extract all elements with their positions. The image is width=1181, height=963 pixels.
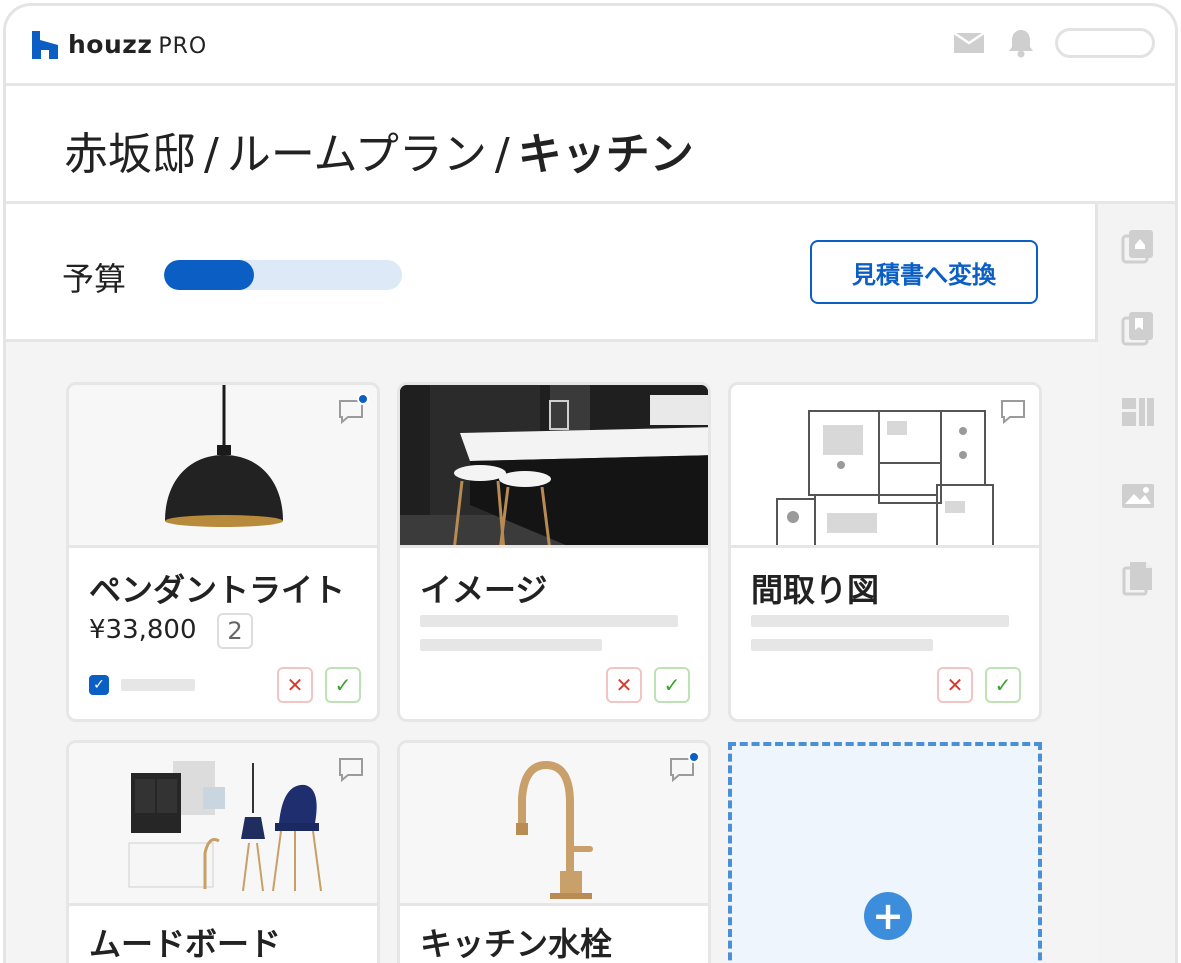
image-icon[interactable] [1120, 478, 1156, 514]
approve-button[interactable]: ✓ [654, 667, 690, 703]
budget-progress-fill [164, 260, 255, 290]
card-title: 間取り図 [751, 571, 880, 609]
clipboard-icon[interactable] [1120, 228, 1156, 264]
page-header: 赤坂邸 / ルームプラン / キッチン [6, 86, 1175, 204]
reject-button[interactable]: ✕ [277, 667, 313, 703]
kitchen-photo-image [400, 385, 708, 545]
pendant-lamp-image [165, 385, 283, 527]
product-card-pendant-light[interactable]: ペンダントライト ¥33,800 2 ✓ ✕ ✓ [66, 382, 380, 722]
breadcrumb-current: キッチン [517, 129, 694, 180]
mood-board-image [128, 761, 322, 892]
add-item-button[interactable]: + [864, 892, 912, 940]
add-item-tile[interactable]: + [728, 742, 1042, 963]
card-title: ムードボード [89, 925, 282, 963]
budget-label: 予算 [62, 260, 127, 298]
comment-icon[interactable] [337, 755, 365, 783]
top-icons [953, 28, 1155, 58]
placeholder-line [751, 639, 933, 651]
new-comment-badge [688, 751, 700, 763]
budget-bar: 予算 見積書へ変換 [6, 204, 1098, 342]
floor-plan-card[interactable]: 間取り図 ✕ ✓ [728, 382, 1042, 722]
card-image [69, 743, 377, 906]
comment-icon[interactable] [999, 397, 1027, 425]
approve-button[interactable]: ✓ [985, 667, 1021, 703]
product-card-faucet[interactable]: キッチン水栓 [397, 740, 711, 963]
search-input[interactable] [1055, 28, 1155, 58]
reject-button[interactable]: ✕ [937, 667, 973, 703]
select-checkbox[interactable]: ✓ [89, 675, 109, 695]
room-plan-board: ペンダントライト ¥33,800 2 ✓ ✕ ✓ イメージ ✕ ✓ 間取り図 ✕… [6, 342, 1098, 963]
card-image [69, 385, 377, 548]
breadcrumb-room-plan[interactable]: ルームプラン [227, 129, 487, 180]
app-window: houzzPRO 赤坂邸/ルームプラン/キッチン 予算 見積書へ変換 [3, 3, 1178, 963]
book-icon[interactable] [1120, 310, 1156, 346]
card-title: キッチン水栓 [420, 925, 613, 963]
card-image [400, 385, 708, 548]
card-title: ペンダントライト [89, 571, 346, 609]
right-rail [1095, 204, 1175, 963]
top-bar: houzz PRO [6, 6, 1175, 86]
floor-plan-image [776, 410, 994, 545]
new-comment-badge [357, 393, 369, 405]
faucet-image [516, 760, 593, 899]
card-image [400, 743, 708, 906]
breadcrumb-separator: / [494, 129, 510, 180]
logo-text: houzz PRO [68, 30, 208, 59]
budget-progress [164, 260, 402, 290]
mail-icon[interactable] [953, 30, 985, 56]
image-card[interactable]: イメージ ✕ ✓ [397, 382, 711, 722]
quantity-badge[interactable]: 2 [217, 613, 253, 649]
convert-to-estimate-button[interactable]: 見積書へ変換 [810, 240, 1038, 304]
document-icon[interactable] [1120, 560, 1156, 596]
houzz-logo-icon [32, 30, 58, 59]
approve-button[interactable]: ✓ [325, 667, 361, 703]
houzz-pro-logo[interactable]: houzz PRO [32, 30, 207, 59]
breadcrumb-project[interactable]: 赤坂邸 [64, 129, 196, 180]
card-image [731, 385, 1039, 548]
card-price: ¥33,800 [89, 615, 197, 645]
bell-icon[interactable] [1007, 28, 1035, 58]
reject-button[interactable]: ✕ [606, 667, 642, 703]
breadcrumb: 赤坂邸 / ルームプラン / キッチン [64, 118, 694, 182]
placeholder-line [420, 615, 678, 627]
dashboard-icon[interactable] [1120, 394, 1156, 430]
placeholder-line [121, 679, 195, 691]
mood-board-card[interactable]: ムードボード [66, 740, 380, 963]
breadcrumb-separator: / [204, 129, 219, 180]
placeholder-line [751, 615, 1009, 627]
card-title: イメージ [420, 571, 548, 609]
placeholder-line [420, 639, 602, 651]
